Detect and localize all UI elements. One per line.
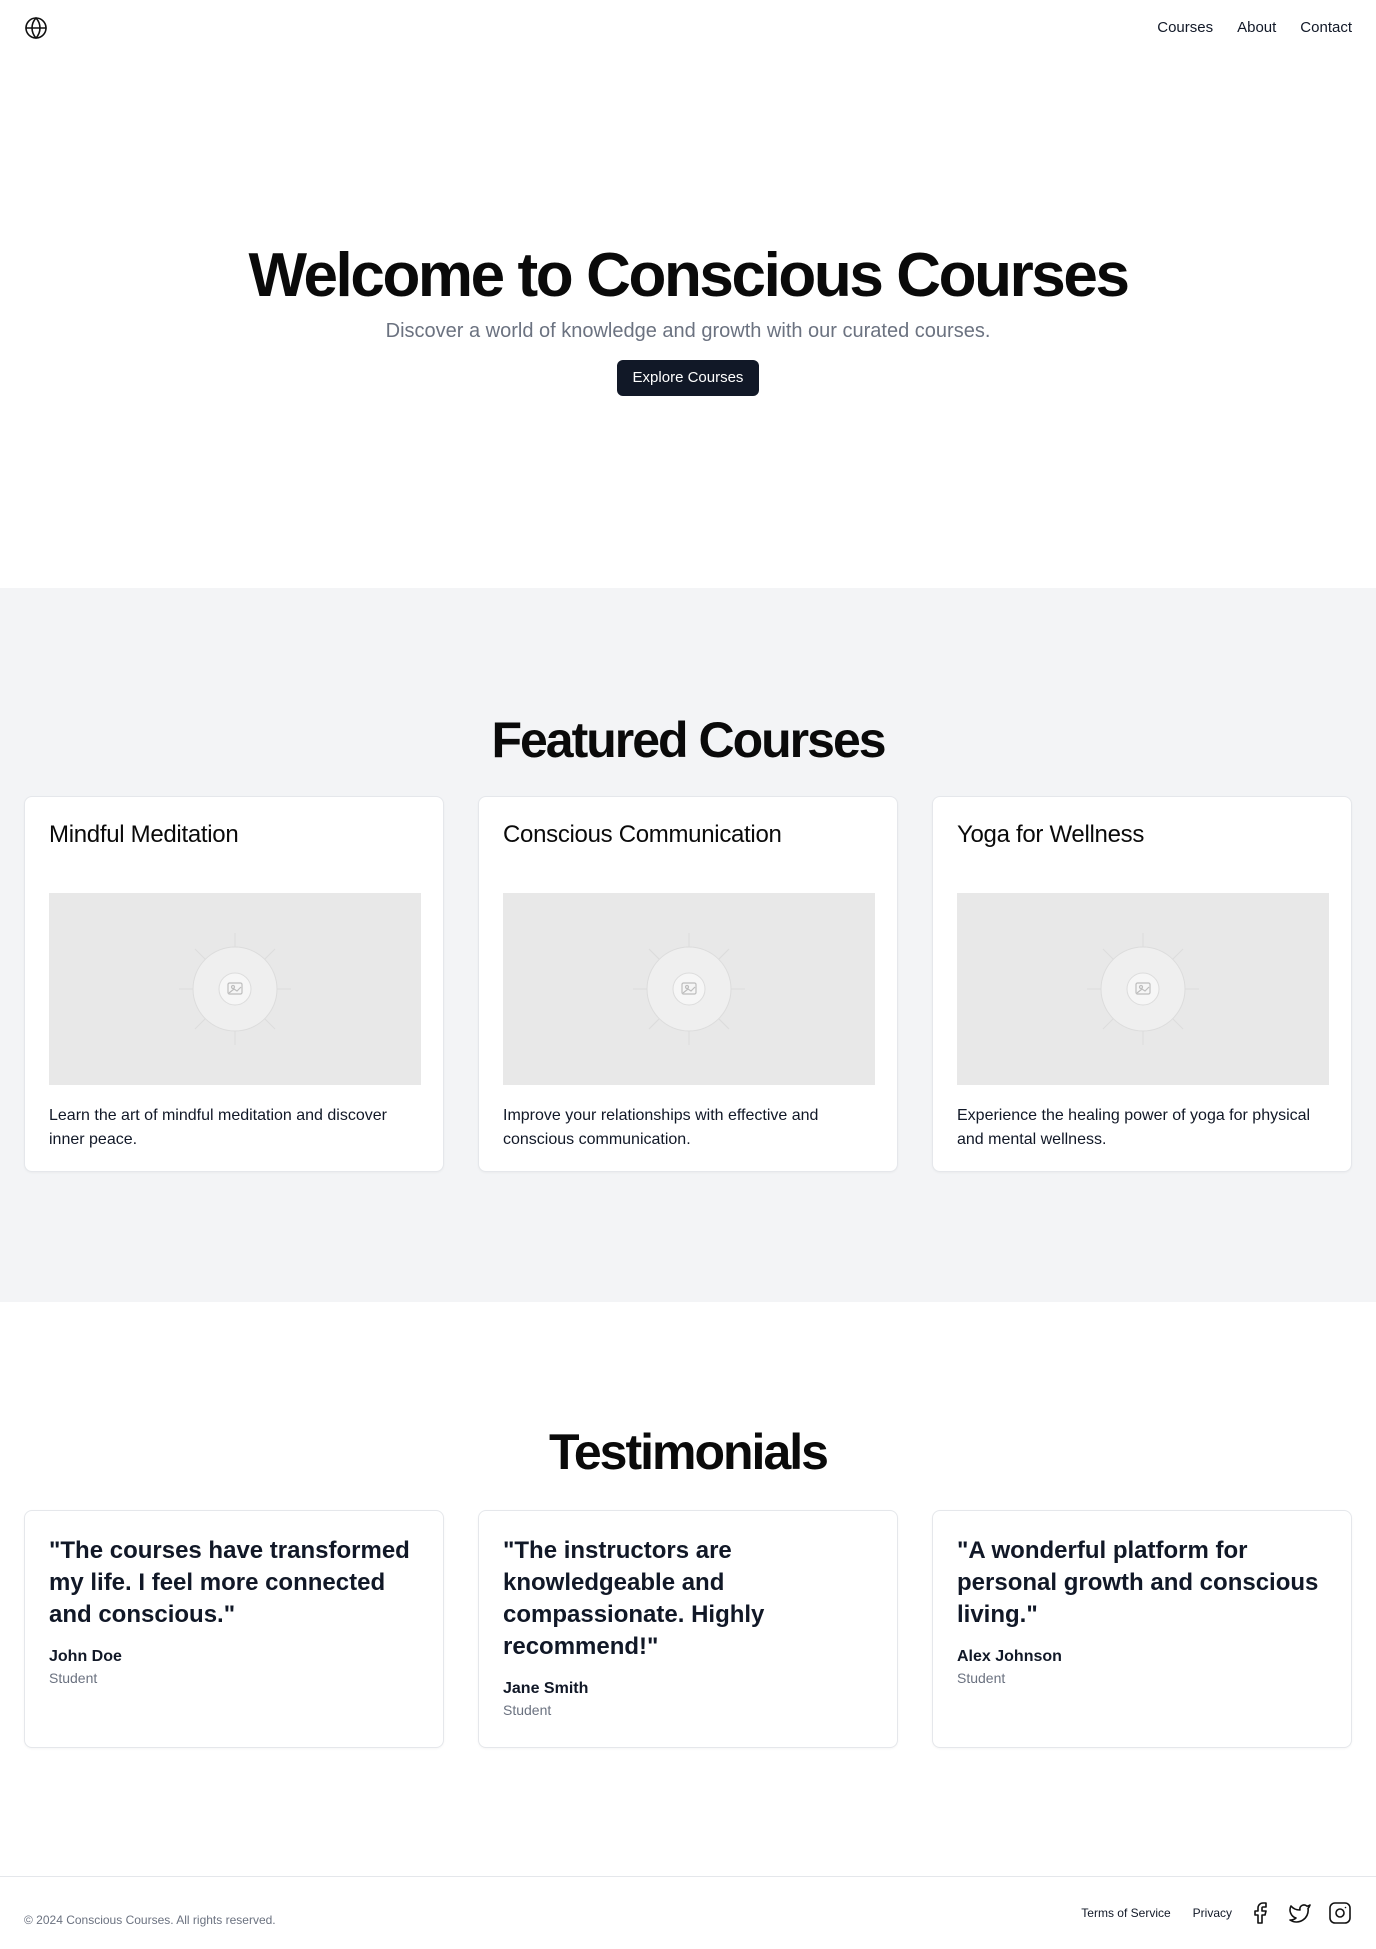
- testimonial-quote: "The courses have transformed my life. I…: [49, 1537, 410, 1628]
- explore-courses-button[interactable]: Explore Courses: [617, 360, 759, 396]
- privacy-link[interactable]: Privacy: [1193, 1905, 1232, 1921]
- featured-courses-section: Featured Courses Mindful Meditation Lear…: [0, 588, 1376, 1302]
- testimonial-role: Student: [503, 1702, 552, 1718]
- main-nav: Courses About Contact: [1157, 18, 1352, 38]
- testimonials-title: Testimonials: [549, 1424, 829, 1480]
- testimonial-role: Student: [49, 1670, 98, 1686]
- terms-of-service-link[interactable]: Terms of Service: [1081, 1905, 1170, 1921]
- course-title: Yoga for Wellness: [957, 821, 1145, 848]
- testimonial-quote: "The instructors are knowledgeable and c…: [503, 1537, 765, 1660]
- testimonial-quote: "A wonderful platform for personal growt…: [957, 1537, 1319, 1628]
- course-title: Mindful Meditation: [49, 821, 239, 848]
- twitter-icon[interactable]: [1288, 1901, 1312, 1925]
- course-card[interactable]: Conscious Communication Improve your rel…: [478, 796, 898, 1172]
- copyright-text: © 2024 Conscious Courses. All rights res…: [24, 1913, 276, 1927]
- footer-links: Terms of Service Privacy: [1081, 1901, 1352, 1925]
- facebook-icon[interactable]: [1248, 1901, 1272, 1925]
- course-image: [503, 893, 875, 1085]
- featured-courses-title: Featured Courses: [491, 712, 886, 768]
- testimonial-role: Student: [957, 1670, 1006, 1686]
- testimonial-author: John Doe: [49, 1648, 122, 1665]
- hero-subtitle: Discover a world of knowledge and growth…: [385, 320, 991, 342]
- nav-link-courses[interactable]: Courses: [1157, 18, 1213, 38]
- testimonial-author: Alex Johnson: [957, 1648, 1062, 1665]
- hero-title: Welcome to Conscious Courses: [248, 241, 1129, 310]
- image-placeholder-icon: [633, 933, 745, 1045]
- course-image: [49, 893, 421, 1085]
- course-description: Experience the healing power of yoga for…: [957, 1107, 1311, 1148]
- nav-link-contact[interactable]: Contact: [1300, 18, 1352, 38]
- hero-section: Welcome to Conscious Courses Discover a …: [0, 56, 1376, 588]
- course-card[interactable]: Yoga for Wellness Experience the healing…: [932, 796, 1352, 1172]
- testimonial-card: "The courses have transformed my life. I…: [24, 1510, 444, 1748]
- course-card[interactable]: Mindful Meditation Learn the art of mind…: [24, 796, 444, 1172]
- course-title: Conscious Communication: [503, 821, 782, 848]
- testimonials-section: Testimonials "The courses have transform…: [0, 1302, 1376, 1876]
- course-description: Improve your relationships with effectiv…: [503, 1107, 819, 1148]
- testimonial-author: Jane Smith: [503, 1680, 589, 1697]
- social-links: [1248, 1901, 1352, 1925]
- testimonial-card: "A wonderful platform for personal growt…: [932, 1510, 1352, 1748]
- nav-link-about[interactable]: About: [1237, 18, 1276, 38]
- globe-icon[interactable]: [24, 16, 48, 40]
- image-placeholder-icon: [1087, 933, 1199, 1045]
- course-image: [957, 893, 1329, 1085]
- course-description: Learn the art of mindful meditation and …: [49, 1107, 387, 1148]
- site-footer: © 2024 Conscious Courses. All rights res…: [0, 1876, 1376, 1949]
- testimonial-card: "The instructors are knowledgeable and c…: [478, 1510, 898, 1748]
- site-header: Courses About Contact: [0, 0, 1376, 56]
- image-placeholder-icon: [179, 933, 291, 1045]
- instagram-icon[interactable]: [1328, 1901, 1352, 1925]
